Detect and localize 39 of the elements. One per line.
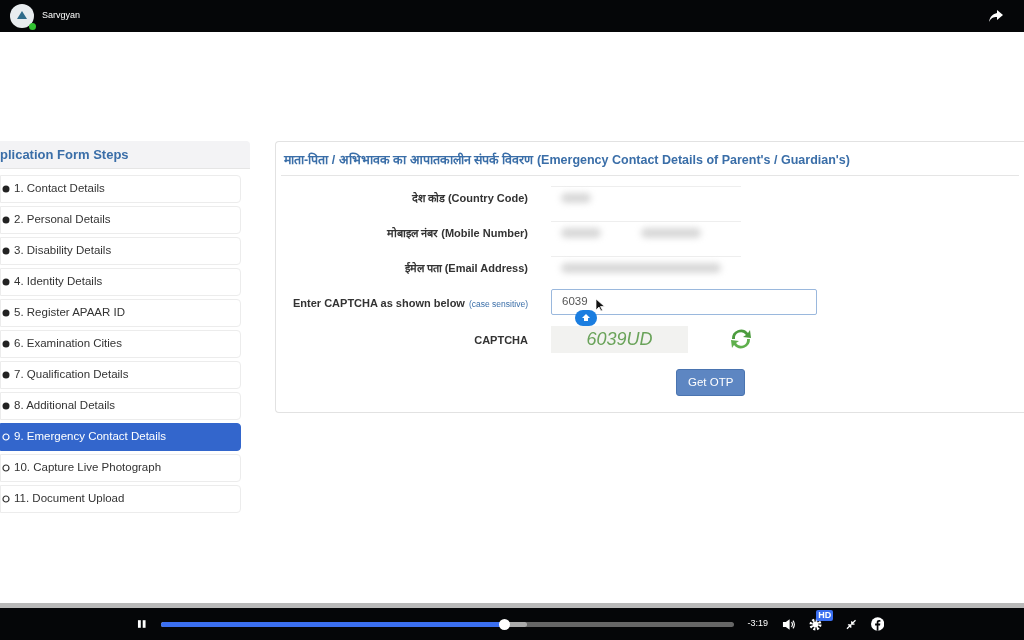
- captcha-input[interactable]: 6039: [551, 289, 817, 315]
- progress-thumb[interactable]: [499, 618, 511, 630]
- redacted-value: [561, 192, 591, 203]
- captcha-image: 6039UD: [551, 325, 688, 353]
- minimize-icon[interactable]: [846, 618, 857, 630]
- settings-icon[interactable]: [809, 618, 823, 631]
- step-item[interactable]: 11. Document Upload: [0, 485, 241, 513]
- step-item[interactable]: 1. Contact Details: [0, 175, 241, 203]
- step-item[interactable]: 8. Additional Details: [0, 392, 241, 420]
- facebook-icon[interactable]: [870, 617, 884, 631]
- hint-text: (case sensitive): [468, 299, 528, 309]
- progress-track[interactable]: [160, 621, 734, 627]
- step-item[interactable]: 7. Qualification Details: [0, 361, 241, 389]
- volume-icon[interactable]: [782, 617, 796, 631]
- field-label: Enter CAPTCHA as shown below: [293, 297, 465, 309]
- step-item[interactable]: 5. Register APAAR ID: [0, 299, 241, 327]
- step-item[interactable]: 4. Identity Details: [0, 268, 241, 296]
- channel-avatar[interactable]: [10, 4, 34, 28]
- field-label: ईमेल पता (Email Address): [404, 262, 528, 274]
- cursor-icon: [596, 299, 605, 312]
- get-otp-button[interactable]: Get OTP: [676, 369, 746, 396]
- step-item[interactable]: 6. Examination Cities: [0, 330, 241, 358]
- extension-badge-icon[interactable]: [575, 310, 597, 326]
- form-title: माता-पिता / अभिभावक का आपातकालीन संपर्क विवरण (Emergency Contact Details of Parent's / Guardian's): [284, 153, 850, 167]
- field-label: देश कोड (Country Code): [411, 192, 528, 204]
- step-item[interactable]: 10. Capture Live Photograph: [0, 454, 241, 482]
- share-icon[interactable]: [988, 9, 1004, 23]
- sidebar-header: plication Form Steps: [0, 141, 250, 169]
- redacted-value: [561, 227, 601, 238]
- time-remaining: -3:19: [747, 617, 769, 631]
- step-item[interactable]: 3. Disability Details: [0, 237, 241, 265]
- quality-badge: HD: [816, 610, 834, 621]
- field-label: CAPTCHA: [474, 334, 528, 346]
- step-item[interactable]: 2. Personal Details: [0, 206, 241, 234]
- redacted-value: [641, 227, 701, 238]
- channel-name[interactable]: Sarvgyan: [42, 9, 81, 23]
- step-item[interactable]: 9. Emergency Contact Details: [0, 423, 241, 451]
- pause-icon[interactable]: [137, 619, 147, 629]
- field-label: मोबाइल नंबर (Mobile Number): [387, 227, 528, 239]
